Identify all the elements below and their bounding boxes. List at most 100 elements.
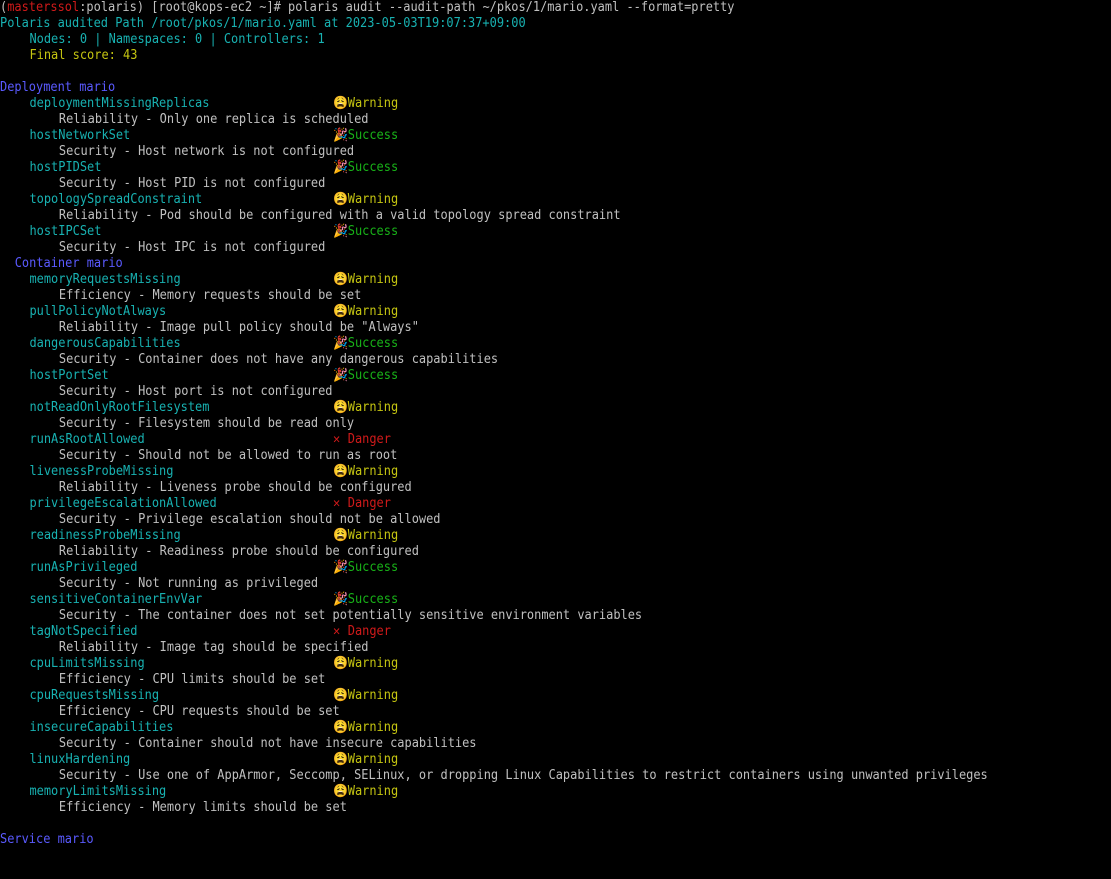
status-text: Warning: [347, 272, 399, 287]
weary-face-icon: 😩: [333, 272, 348, 287]
status-text: Success: [347, 160, 399, 175]
cross-mark-icon: ✕: [333, 496, 341, 511]
party-popper-icon: 🎉: [333, 128, 348, 143]
status-text: Success: [347, 336, 399, 351]
weary-face-icon: 😩: [333, 752, 348, 767]
check-name: linuxHardening: [29, 752, 131, 767]
check-name: sensitiveContainerEnvVar: [29, 592, 203, 607]
check-name: cpuLimitsMissing: [29, 656, 145, 671]
weary-face-icon: 😩: [333, 656, 348, 671]
party-popper-icon: 🎉: [333, 368, 348, 383]
check-row: insecureCapabilities 😩Warning: [0, 720, 1111, 736]
check-name: runAsPrivileged: [29, 560, 138, 575]
check-name: livenessProbeMissing: [29, 464, 174, 479]
status-text: Warning: [347, 528, 399, 543]
weary-face-icon: 😩: [333, 96, 348, 111]
status-badge: 😩Warning: [333, 400, 398, 416]
check-row: deploymentMissingReplicas 😩Warning: [0, 96, 1111, 112]
status-text: Danger: [347, 624, 391, 639]
check-detail: Security - Should not be allowed to run …: [58, 448, 398, 463]
party-popper-icon: 🎉: [333, 160, 348, 175]
status-text: Danger: [347, 432, 391, 447]
check-name: hostNetworkSet: [29, 128, 131, 143]
weary-face-icon: 😩: [333, 400, 348, 415]
check-row: livenessProbeMissing 😩Warning: [0, 464, 1111, 480]
status-text: Danger: [347, 496, 391, 511]
status-badge: 😩Warning: [333, 304, 398, 320]
check-detail: Security - Host IPC is not configured: [58, 240, 326, 255]
check-name: hostPIDSet: [29, 160, 102, 175]
check-name: memoryRequestsMissing: [29, 272, 181, 287]
check-row: hostNetworkSet 🎉Success: [0, 128, 1111, 144]
check-detail: Security - The container does not set po…: [58, 608, 643, 623]
check-name: insecureCapabilities: [29, 720, 174, 735]
audit-counts-line: Nodes: 0 | Namespaces: 0 | Controllers: …: [29, 32, 325, 47]
status-badge: 🎉Success: [333, 224, 398, 240]
cross-mark-icon: ✕: [333, 432, 341, 447]
check-name: pullPolicyNotAlways: [29, 304, 167, 319]
status-badge: 😩Warning: [333, 96, 398, 112]
status-text: Warning: [347, 784, 399, 799]
status-badge: ✕ Danger: [333, 496, 391, 512]
check-name: hostPortSet: [29, 368, 109, 383]
weary-face-icon: 😩: [333, 192, 348, 207]
check-detail: Efficiency - CPU requests should be set: [58, 704, 340, 719]
weary-face-icon: 😩: [333, 784, 348, 799]
check-row: cpuRequestsMissing 😩Warning: [0, 688, 1111, 704]
check-detail: Security - Not running as privileged: [58, 576, 319, 591]
check-name: notReadOnlyRootFilesystem: [29, 400, 210, 415]
status-text: Warning: [347, 192, 399, 207]
status-text: Warning: [347, 752, 399, 767]
check-detail: Reliability - Only one replica is schedu…: [58, 112, 369, 127]
check-name: tagNotSpecified: [29, 624, 138, 639]
check-row: pullPolicyNotAlways 😩Warning: [0, 304, 1111, 320]
status-text: Success: [347, 592, 399, 607]
status-badge: 😩Warning: [333, 464, 398, 480]
prompt-user-host: [root@kops-ec2 ~]#: [144, 0, 289, 15]
check-detail: Reliability - Readiness probe should be …: [58, 544, 419, 559]
check-name: hostIPCSet: [29, 224, 102, 239]
deployment-heading: Deployment mario: [0, 80, 116, 95]
status-badge: 😩Warning: [333, 656, 398, 672]
status-text: Warning: [347, 688, 399, 703]
container-checks: memoryRequestsMissing 😩Warning Efficiency …: [0, 272, 1111, 816]
check-detail: Security - Host port is not configured: [58, 384, 333, 399]
check-name: memoryLimitsMissing: [29, 784, 167, 799]
weary-face-icon: 😩: [333, 720, 348, 735]
weary-face-icon: 😩: [333, 464, 348, 479]
party-popper-icon: 🎉: [333, 224, 348, 239]
check-detail: Security - Use one of AppArmor, Seccomp,…: [58, 768, 988, 783]
check-detail: Reliability - Image tag should be specif…: [58, 640, 369, 655]
status-badge: 😩Warning: [333, 720, 398, 736]
status-badge: ✕ Danger: [333, 432, 391, 448]
status-text: Success: [347, 128, 399, 143]
status-badge: 😩Warning: [333, 688, 398, 704]
status-text: Warning: [347, 96, 399, 111]
check-row: notReadOnlyRootFilesystem 😩Warning: [0, 400, 1111, 416]
check-detail: Security - Container does not have any d…: [58, 352, 499, 367]
check-detail: Security - Host network is not configure…: [58, 144, 355, 159]
check-row: cpuLimitsMissing 😩Warning: [0, 656, 1111, 672]
check-detail: Security - Filesystem should be read onl…: [58, 416, 355, 431]
check-row: runAsRootAllowed ✕ Danger: [0, 432, 1111, 448]
check-detail: Reliability - Liveness probe should be c…: [58, 480, 412, 495]
weary-face-icon: 😩: [333, 688, 348, 703]
status-text: Warning: [347, 464, 399, 479]
prompt-open-paren: (: [0, 0, 8, 15]
party-popper-icon: 🎉: [333, 592, 348, 607]
check-row: runAsPrivileged 🎉Success: [0, 560, 1111, 576]
container-heading: Container mario: [14, 256, 123, 271]
weary-face-icon: 😩: [333, 528, 348, 543]
check-detail: Efficiency - Memory requests should be s…: [58, 288, 362, 303]
check-name: readinessProbeMissing: [29, 528, 181, 543]
status-badge: 😩Warning: [333, 192, 398, 208]
check-row: linuxHardening 😩Warning: [0, 752, 1111, 768]
status-badge: 🎉Success: [333, 560, 398, 576]
check-name: privilegeEscalationAllowed: [29, 496, 217, 511]
terminal-window[interactable]: (masterssol:polaris) [root@kops-ec2 ~]# …: [0, 0, 1111, 879]
check-row: topologySpreadConstraint 😩Warning: [0, 192, 1111, 208]
status-badge: ✕ Danger: [333, 624, 391, 640]
prompt-close-paren: ): [136, 0, 145, 15]
